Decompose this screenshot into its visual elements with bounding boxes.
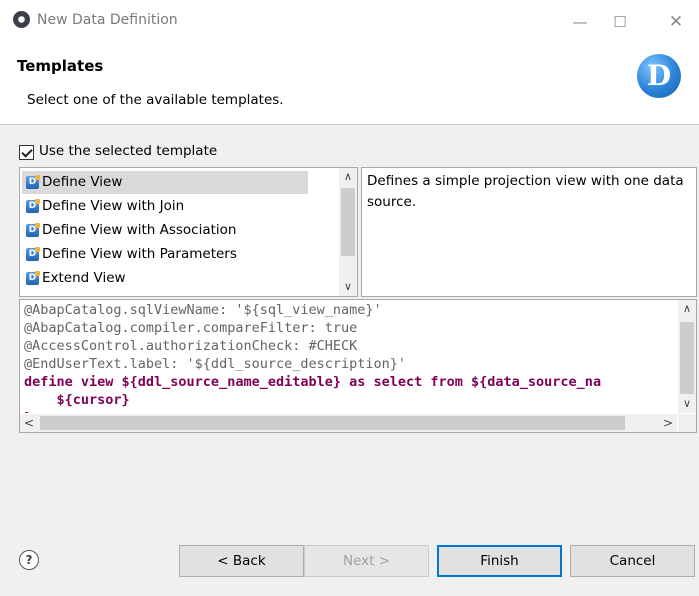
code-line: ${cursor} [24, 392, 130, 408]
template-item-define-view-with-join[interactable]: D Define View with Join [20, 195, 338, 218]
scroll-left-arrow-icon[interactable]: < [20, 414, 38, 432]
template-icon: D [26, 271, 40, 285]
template-item-define-view[interactable]: D Define View [20, 171, 338, 194]
template-description: Defines a simple projection view with on… [367, 173, 684, 210]
editor-horizontal-scrollbar[interactable]: < > [20, 414, 677, 432]
scrollbar-corner [678, 414, 696, 432]
code-line: } [24, 410, 32, 413]
maximize-button[interactable]: ☐ [606, 8, 634, 36]
scrollbar-thumb[interactable] [40, 416, 625, 430]
help-icon[interactable]: ? [19, 550, 39, 570]
template-item-extend-view[interactable]: D Extend View [20, 267, 338, 290]
template-item-label: Extend View [42, 270, 126, 286]
code-line: @EndUserText.label: '${ddl_source_descri… [24, 356, 407, 372]
code-line: @AbapCatalog.compiler.compareFilter: tru… [24, 320, 358, 336]
finish-button[interactable]: Finish [437, 545, 562, 577]
scroll-down-arrow-icon[interactable]: ∨ [678, 395, 696, 413]
template-list[interactable]: D Define View D Define View with Join D … [19, 167, 358, 297]
minimize-button[interactable]: — [566, 8, 594, 36]
cancel-button[interactable]: Cancel [570, 545, 695, 577]
scroll-up-arrow-icon[interactable]: ∧ [678, 300, 696, 318]
template-item-label: Define View with Parameters [42, 246, 237, 262]
template-icon: D [26, 199, 40, 213]
template-icon: D [26, 223, 40, 237]
wizard-banner: Templates Select one of the available te… [0, 44, 699, 124]
next-button[interactable]: Next > [304, 545, 429, 577]
window-titlebar: New Data Definition — ☐ ✕ [0, 0, 699, 44]
page-subtitle: Select one of the available templates. [27, 92, 284, 108]
scroll-down-arrow-icon[interactable]: ∨ [339, 278, 357, 296]
eclipse-app-icon [13, 11, 30, 28]
code-line: @AccessControl.authorizationCheck: #CHEC… [24, 338, 358, 354]
code-area[interactable]: @AbapCatalog.sqlViewName: '${sql_view_na… [20, 300, 677, 413]
scroll-up-arrow-icon[interactable]: ∧ [339, 168, 357, 186]
scrollbar-thumb[interactable] [680, 322, 694, 394]
code-line: @AbapCatalog.sqlViewName: '${sql_view_na… [24, 302, 382, 318]
scrollbar-thumb[interactable] [341, 188, 355, 256]
wizard-content: Use the selected template D Define View … [0, 125, 699, 527]
back-button[interactable]: < Back [179, 545, 304, 577]
data-definition-logo-icon: D [637, 54, 681, 98]
template-item-label: Define View [42, 174, 123, 190]
template-icon: D [26, 175, 40, 189]
template-preview-editor[interactable]: @AbapCatalog.sqlViewName: '${sql_view_na… [19, 299, 697, 433]
close-button[interactable]: ✕ [662, 8, 690, 36]
use-template-checkbox[interactable] [19, 145, 34, 160]
template-description-box: Defines a simple projection view with on… [361, 167, 697, 297]
template-item-define-view-with-association[interactable]: D Define View with Association [20, 219, 338, 242]
use-template-label[interactable]: Use the selected template [39, 143, 217, 159]
wizard-footer: ? < Back Next > Finish Cancel [0, 527, 699, 596]
window-title: New Data Definition [37, 12, 178, 28]
template-item-label: Define View with Join [42, 198, 185, 214]
template-item-label: Define View with Association [42, 222, 237, 238]
scroll-right-arrow-icon[interactable]: > [659, 414, 677, 432]
template-icon: D [26, 247, 40, 261]
template-list-scrollbar[interactable]: ∧ ∨ [339, 168, 357, 296]
page-title: Templates [17, 57, 104, 75]
code-line: define view ${ddl_source_name_editable} … [24, 374, 602, 390]
editor-vertical-scrollbar[interactable]: ∧ ∨ [678, 300, 696, 413]
template-item-define-view-with-parameters[interactable]: D Define View with Parameters [20, 243, 338, 266]
